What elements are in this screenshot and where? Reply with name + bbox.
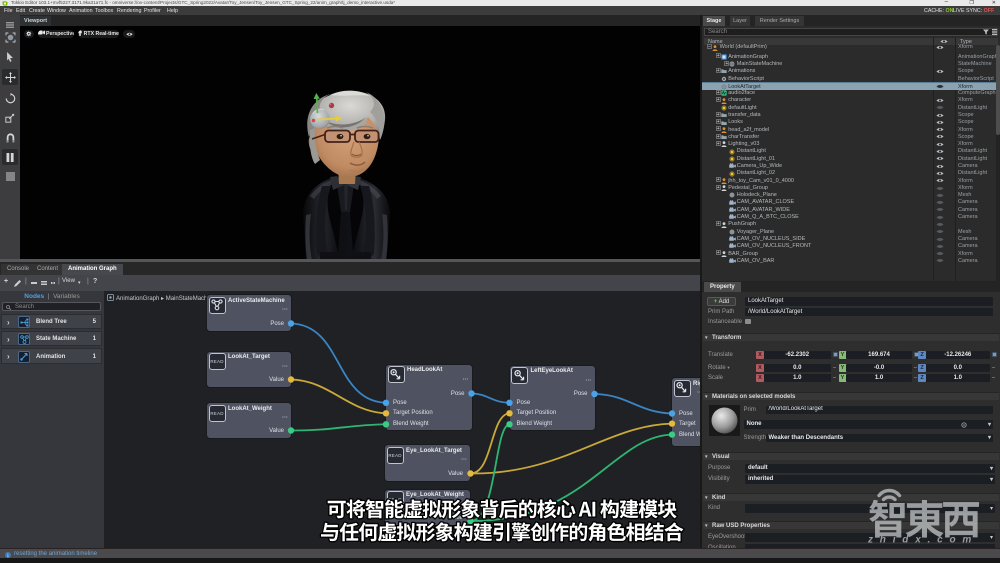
svg-text:zhidx.com: zhidx.com [867, 535, 978, 546]
